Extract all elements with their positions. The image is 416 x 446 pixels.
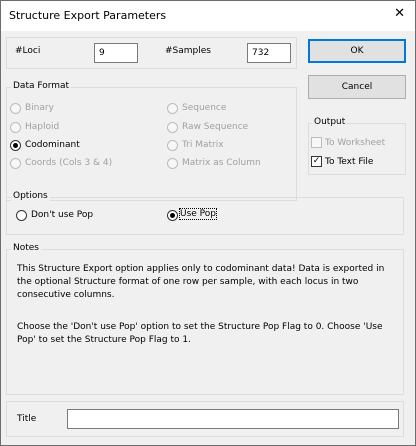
radio-haploid[interactable]	[10, 122, 21, 133]
format-label-tri-matrix: Tri Matrix	[182, 140, 224, 150]
radio-dont-use-pop[interactable]	[16, 210, 27, 221]
dont-use-pop-label: Don't use Pop	[31, 210, 94, 220]
window-title: Structure Export Parameters	[9, 9, 167, 22]
cancel-button[interactable]: Cancel	[308, 75, 406, 99]
to-text-file-label: To Text File	[325, 157, 374, 167]
format-label-matrix-as-column: Matrix as Column	[182, 158, 261, 168]
samples-label: #Samples	[165, 46, 211, 56]
samples-field[interactable]: 732	[247, 43, 291, 63]
close-icon[interactable]: ✕	[394, 7, 405, 21]
format-label-codominant: Codominant	[25, 140, 80, 150]
options-legend: Options	[11, 191, 50, 201]
radio-tri-matrix[interactable]	[167, 140, 178, 151]
radio-sequence[interactable]	[167, 103, 178, 114]
checkbox-to-worksheet[interactable]	[311, 137, 322, 148]
title-bar: Structure Export Parameters ✕	[1, 1, 415, 31]
use-pop-label: Use Pop	[179, 208, 217, 220]
format-label-haploid: Haploid	[25, 122, 60, 132]
output-legend: Output	[312, 117, 348, 127]
radio-binary[interactable]	[10, 103, 21, 114]
radio-codominant[interactable]	[10, 140, 21, 151]
checkbox-to-text-file[interactable]: ✓	[311, 156, 322, 167]
loci-label: #Loci	[15, 46, 41, 56]
to-worksheet-label: To Worksheet	[325, 138, 386, 148]
format-label-binary: Binary	[25, 103, 54, 113]
notes-paragraph-2: Choose the 'Don't use Pop' option to set…	[17, 322, 383, 345]
data-format-legend: Data Format	[11, 81, 72, 91]
format-label-coords: Coords (Cols 3 & 4)	[25, 158, 113, 168]
title-label: Title	[17, 414, 37, 424]
format-label-raw-sequence: Raw Sequence	[182, 122, 249, 132]
radio-coords[interactable]	[10, 158, 21, 169]
radio-matrix-as-column[interactable]	[167, 158, 178, 169]
radio-use-pop[interactable]	[167, 210, 178, 221]
dialog-window: Structure Export Parameters ✕ #Loci 9 #S…	[0, 0, 416, 446]
loci-field[interactable]: 9	[94, 43, 138, 63]
radio-raw-sequence[interactable]	[167, 122, 178, 133]
output-group	[308, 123, 406, 175]
notes-legend: Notes	[11, 243, 41, 253]
ok-button[interactable]: OK	[308, 39, 406, 63]
notes-paragraph-1: This Structure Export option applies onl…	[17, 264, 385, 300]
format-label-sequence: Sequence	[182, 103, 227, 113]
title-input[interactable]	[67, 409, 399, 429]
